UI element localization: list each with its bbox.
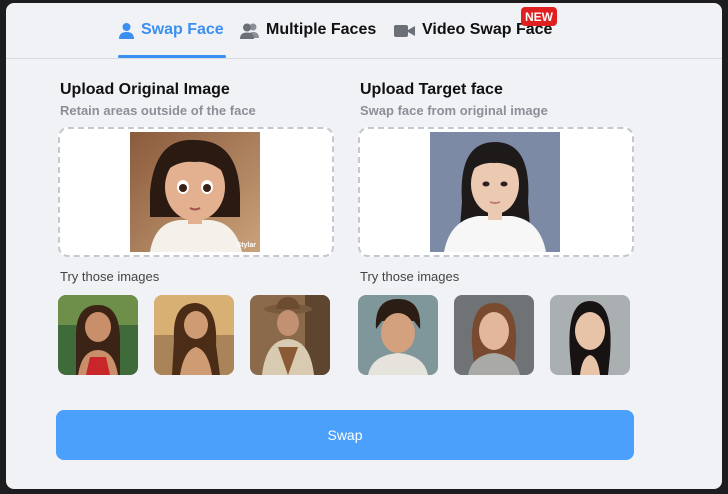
tab-video-swap-face[interactable]: Video Swap Face bbox=[394, 21, 552, 57]
original-upload-dropzone[interactable]: Stylar bbox=[58, 127, 334, 257]
original-subtitle: Retain areas outside of the face bbox=[60, 103, 256, 118]
users-icon bbox=[240, 22, 260, 44]
sample-image-cowboy[interactable] bbox=[250, 295, 330, 375]
original-sample-list bbox=[58, 295, 334, 375]
original-try-label: Try those images bbox=[60, 269, 160, 284]
original-title: Upload Original Image bbox=[60, 81, 230, 98]
sample-image-woman-beach[interactable] bbox=[58, 295, 138, 375]
sample-image-woman-freckles[interactable] bbox=[454, 295, 534, 375]
tab-multiple-faces[interactable]: Multiple Faces bbox=[240, 21, 376, 57]
swap-button[interactable]: Swap bbox=[56, 410, 634, 460]
tab-divider bbox=[6, 58, 722, 59]
target-upload-dropzone[interactable] bbox=[358, 127, 634, 257]
tab-swap-face[interactable]: Swap Face bbox=[118, 21, 224, 57]
watermark-logo: Stylar bbox=[236, 242, 256, 249]
sample-image-woman-sunset[interactable] bbox=[154, 295, 234, 375]
target-face-section: Upload Target face Swap face from origin… bbox=[358, 79, 640, 375]
sample-image-woman-asian[interactable] bbox=[550, 295, 630, 375]
target-try-label: Try those images bbox=[360, 269, 460, 284]
user-icon bbox=[118, 22, 135, 44]
original-image-section: Upload Original Image Retain areas outsi… bbox=[58, 79, 340, 375]
swap-face-panel: Swap Face Multiple Faces Video Swap Face… bbox=[6, 3, 722, 489]
sample-image-man-curly-hair[interactable] bbox=[358, 295, 438, 375]
video-camera-icon bbox=[394, 22, 416, 44]
tab-bar: Swap Face Multiple Faces Video Swap Face… bbox=[6, 3, 722, 59]
tab-swap-face-label: Swap Face bbox=[141, 21, 224, 38]
target-preview-image bbox=[430, 132, 560, 252]
target-sample-list bbox=[358, 295, 634, 375]
new-badge: NEW bbox=[521, 7, 557, 26]
target-title: Upload Target face bbox=[360, 81, 503, 98]
original-preview-image: Stylar bbox=[130, 132, 260, 252]
tab-multiple-faces-label: Multiple Faces bbox=[266, 21, 377, 38]
target-subtitle: Swap face from original image bbox=[360, 103, 548, 118]
